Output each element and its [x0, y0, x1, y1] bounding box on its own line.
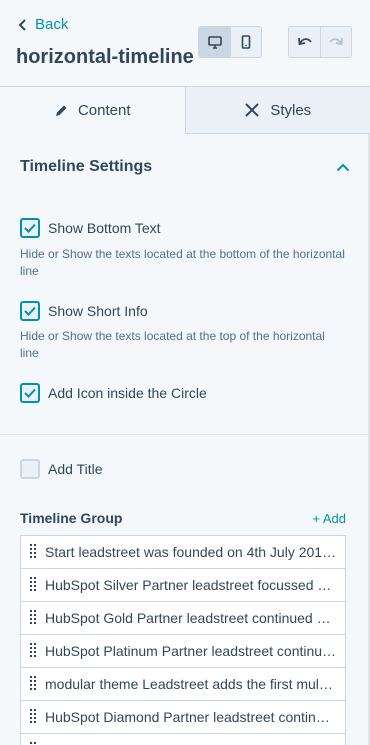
scissors-icon — [245, 103, 260, 117]
group-title: Timeline Group — [20, 510, 123, 526]
editor-header: Back horizontal-timeline — [0, 0, 370, 86]
add-item-link[interactable]: + Add — [312, 511, 346, 526]
redo-button[interactable] — [320, 27, 351, 57]
content-pane: Timeline Settings Show Bottom Text Hide … — [0, 134, 370, 745]
chevron-up-icon[interactable] — [336, 163, 350, 172]
list-item[interactable]: HubSpot Gold Partner leadstreet continue… — [20, 601, 346, 635]
desktop-view-button[interactable] — [199, 27, 230, 57]
checkbox-box[interactable] — [20, 383, 40, 403]
undo-button[interactable] — [289, 27, 320, 57]
timeline-settings-header[interactable]: Timeline Settings — [20, 158, 350, 176]
list-item[interactable]: HubSpot Diamond Partner leadstreet conti… — [20, 700, 346, 734]
add-icon-checkbox[interactable]: Add Icon inside the Circle — [20, 383, 207, 403]
drag-handle-icon — [30, 742, 36, 744]
show-bottom-text-checkbox[interactable]: Show Bottom Text — [20, 218, 161, 238]
show-short-info-checkbox[interactable]: Show Short Info — [20, 301, 148, 321]
page-title: horizontal-timeline — [16, 46, 194, 68]
device-toggle — [198, 26, 262, 58]
mobile-view-button[interactable] — [230, 27, 261, 57]
pencil-icon — [55, 105, 67, 116]
undo-icon — [297, 37, 312, 46]
tab-content[interactable]: Content — [0, 87, 186, 134]
list-item-label: HubSpot Diamond Partner leadstreet conti… — [45, 709, 330, 725]
history-controls — [288, 26, 352, 58]
drag-handle[interactable] — [21, 667, 45, 701]
drag-handle[interactable] — [21, 601, 45, 635]
checkbox-box[interactable] — [20, 218, 40, 238]
checkbox-label: Show Bottom Text — [48, 220, 161, 236]
section-title: Timeline Settings — [20, 158, 153, 175]
back-link[interactable]: Back — [18, 16, 68, 33]
drag-handle[interactable] — [21, 733, 45, 745]
checkmark-icon — [24, 223, 36, 233]
list-item[interactable] — [20, 733, 346, 745]
mobile-icon — [241, 35, 251, 49]
sidebar-panel: Back horizontal-timeline Content Styles … — [0, 0, 370, 745]
timeline-group-header: Timeline Group + Add — [20, 510, 346, 526]
drag-handle[interactable] — [21, 700, 45, 734]
drag-handle[interactable] — [21, 568, 45, 602]
list-item[interactable]: HubSpot Silver Partner leadstreet focuss… — [20, 568, 346, 602]
divider — [0, 434, 370, 435]
checkbox-box[interactable] — [20, 301, 40, 321]
editor-tabs: Content Styles — [0, 86, 370, 134]
checkbox-label: Show Short Info — [48, 303, 148, 319]
list-item[interactable]: Start leadstreet was founded on 4th July… — [20, 535, 346, 569]
timeline-items-list: Start leadstreet was founded on 4th July… — [20, 535, 346, 745]
add-title-checkbox[interactable]: Add Title — [20, 459, 102, 479]
list-item-label: modular theme Leadstreet adds the first … — [45, 676, 333, 692]
list-item[interactable]: modular theme Leadstreet adds the first … — [20, 667, 346, 701]
back-label: Back — [35, 16, 69, 33]
chevron-left-icon — [18, 18, 26, 31]
checkmark-icon — [24, 388, 36, 398]
checkbox-box[interactable] — [20, 459, 40, 479]
drag-handle-icon — [30, 610, 36, 624]
drag-handle[interactable] — [21, 634, 45, 668]
tab-styles[interactable]: Styles — [185, 87, 370, 134]
checkbox-label: Add Title — [48, 461, 103, 477]
drag-handle-icon — [30, 544, 36, 558]
checkmark-icon — [24, 306, 36, 316]
redo-icon — [329, 37, 343, 46]
drag-handle-icon — [30, 676, 36, 690]
drag-handle-icon — [30, 709, 36, 723]
drag-handle-icon — [30, 643, 36, 657]
checkbox-label: Add Icon inside the Circle — [48, 385, 207, 401]
list-item-label: Start leadstreet was founded on 4th July… — [45, 544, 337, 560]
drag-handle-icon — [30, 577, 36, 591]
list-item[interactable]: HubSpot Platinum Partner leadstreet cont… — [20, 634, 346, 668]
help-text: Hide or Show the texts located at the to… — [20, 329, 325, 360]
desktop-icon — [207, 35, 222, 49]
list-item-label: HubSpot Gold Partner leadstreet continue… — [45, 610, 331, 626]
tab-styles-label: Styles — [270, 101, 312, 119]
drag-handle[interactable] — [21, 535, 45, 569]
list-item-label: HubSpot Silver Partner leadstreet focuss… — [45, 577, 340, 593]
tab-content-label: Content — [77, 102, 131, 119]
list-item-label: HubSpot Platinum Partner leadstreet cont… — [45, 643, 337, 659]
help-text: Hide or Show the texts located at the bo… — [20, 247, 345, 278]
